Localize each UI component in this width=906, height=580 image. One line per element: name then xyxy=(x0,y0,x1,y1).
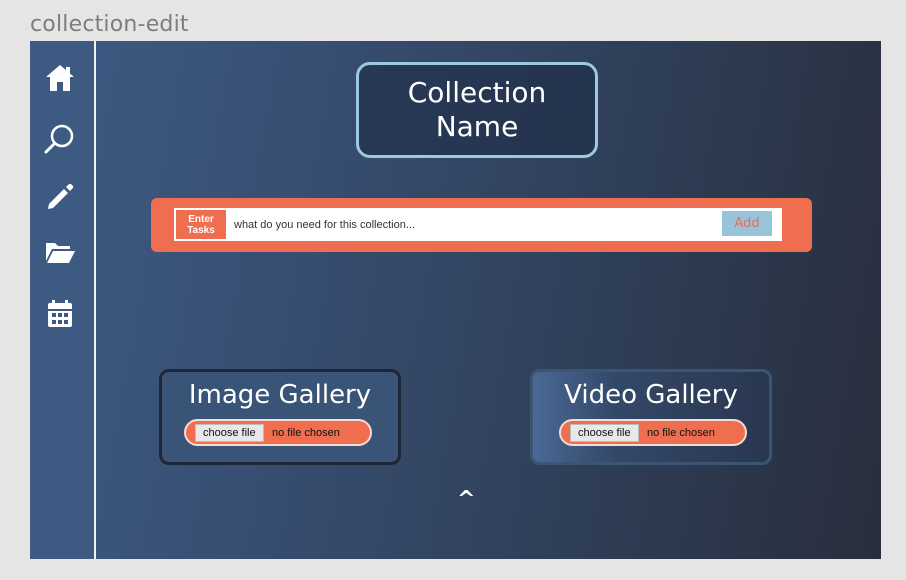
sidebar xyxy=(30,41,96,559)
video-file-status: no file chosen xyxy=(647,427,715,439)
sidebar-item-calendar[interactable] xyxy=(43,297,77,331)
calendar-icon xyxy=(48,300,72,327)
video-gallery-card: Video Gallery choose file no file chosen xyxy=(530,369,772,465)
collection-name-box[interactable]: Collection Name xyxy=(356,62,598,158)
task-entry-bar: Enter Tasks Add xyxy=(151,198,812,252)
search-icon xyxy=(44,124,74,154)
video-file-upload[interactable]: choose file no file chosen xyxy=(559,419,747,446)
task-input[interactable] xyxy=(234,211,714,238)
sidebar-item-edit[interactable] xyxy=(43,180,77,214)
frame-label: collection-edit xyxy=(30,12,189,37)
add-task-button[interactable]: Add xyxy=(722,211,772,236)
sidebar-item-home[interactable] xyxy=(43,61,77,95)
pencil-icon xyxy=(48,183,74,209)
image-gallery-card: Image Gallery choose file no file chosen xyxy=(159,369,401,465)
sidebar-item-folder[interactable] xyxy=(43,235,77,269)
video-gallery-title: Video Gallery xyxy=(564,380,738,410)
image-file-upload[interactable]: choose file no file chosen xyxy=(184,419,372,446)
task-entry-label: Enter Tasks xyxy=(176,210,226,239)
image-choose-file-button[interactable]: choose file xyxy=(195,424,264,442)
image-gallery-title: Image Gallery xyxy=(188,380,372,410)
collection-edit-frame: Collection Name Enter Tasks Add Image Ga… xyxy=(30,41,881,559)
video-choose-file-button[interactable]: choose file xyxy=(570,424,639,442)
folder-open-icon xyxy=(46,243,75,263)
page-title: Collection Name xyxy=(407,76,547,143)
image-file-status: no file chosen xyxy=(272,427,340,439)
task-entry-field-wrapper: Enter Tasks Add xyxy=(174,208,782,241)
sidebar-item-search[interactable] xyxy=(43,122,77,156)
scroll-up-caret[interactable]: ^ xyxy=(457,487,475,512)
home-icon xyxy=(46,65,74,91)
